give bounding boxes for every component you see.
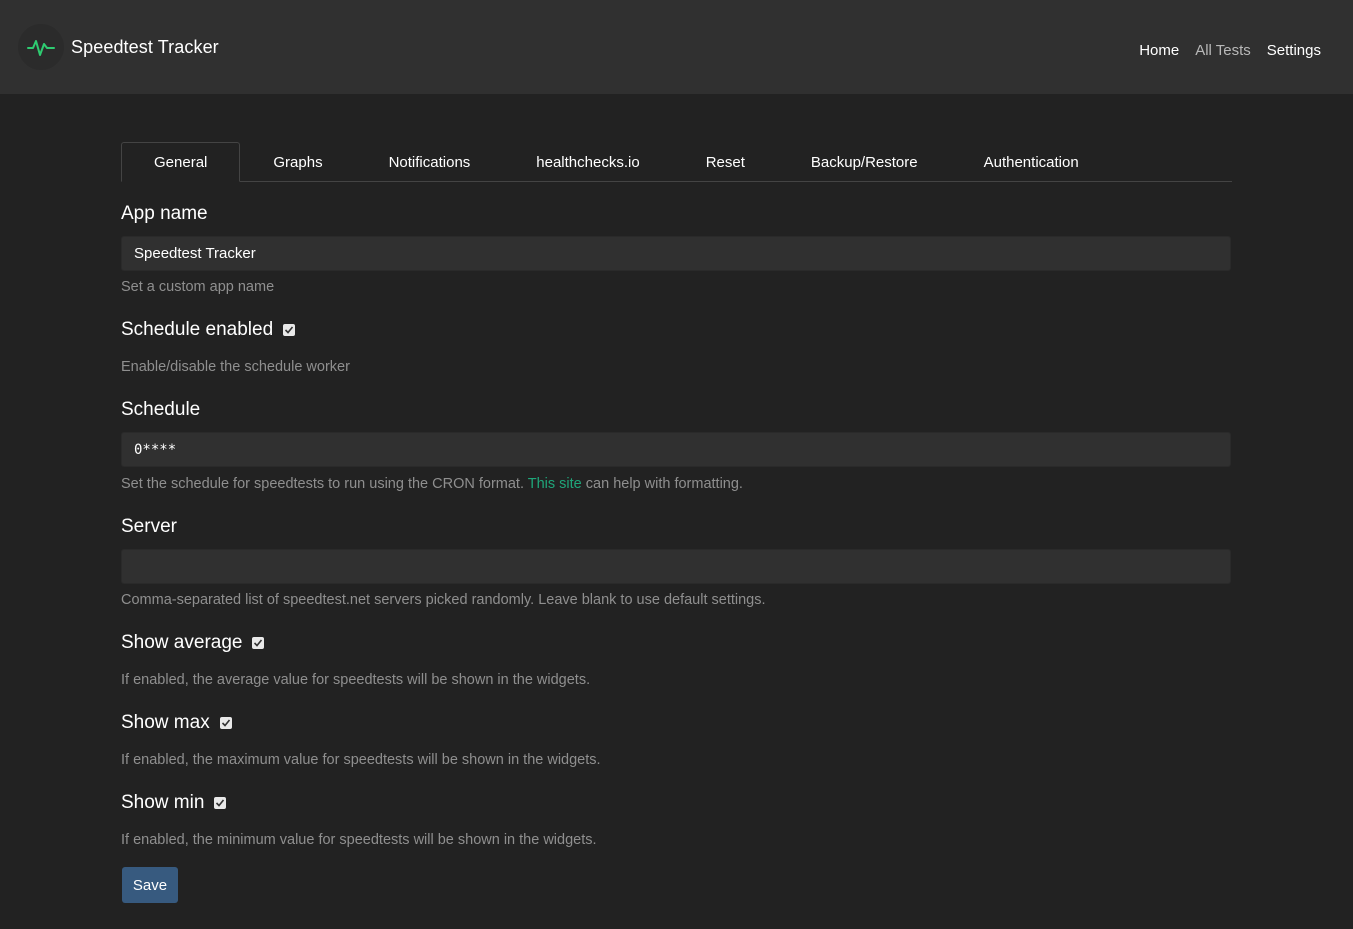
- tab-reset[interactable]: Reset: [673, 142, 778, 182]
- settings-tabs: General Graphs Notifications healthcheck…: [121, 142, 1232, 182]
- settings-container: General Graphs Notifications healthcheck…: [121, 94, 1232, 903]
- schedule-enabled-group: Schedule enabled: [121, 318, 296, 342]
- schedule-enabled-help: Enable/disable the schedule worker: [121, 359, 350, 375]
- tab-authentication[interactable]: Authentication: [951, 142, 1112, 182]
- server-input[interactable]: [121, 549, 1231, 584]
- nav-settings[interactable]: Settings: [1259, 42, 1329, 59]
- cron-site-link[interactable]: This site: [528, 476, 582, 492]
- schedule-help-text-after: can help with formatting.: [585, 476, 743, 492]
- save-button[interactable]: Save: [122, 867, 178, 903]
- schedule-help: Set the schedule for speedtests to run u…: [121, 476, 743, 492]
- show-max-checkbox[interactable]: [219, 717, 232, 729]
- server-label: Server: [121, 516, 177, 537]
- top-navbar: Speedtest Tracker Home All Tests Setting…: [0, 0, 1353, 94]
- brand[interactable]: Speedtest Tracker: [18, 24, 219, 70]
- schedule-enabled-checkbox[interactable]: [283, 324, 296, 336]
- app-name-label: App name: [121, 203, 208, 224]
- tab-graphs[interactable]: Graphs: [240, 142, 355, 182]
- nav-links: Home All Tests Settings: [1131, 42, 1329, 59]
- show-max-label: Show max: [121, 712, 210, 733]
- show-average-label: Show average: [121, 632, 243, 653]
- show-min-help: If enabled, the minimum value for speedt…: [121, 832, 597, 848]
- nav-all-tests[interactable]: All Tests: [1187, 42, 1259, 59]
- app-name-help: Set a custom app name: [121, 279, 275, 295]
- tab-general[interactable]: General: [121, 142, 241, 182]
- show-average-group: Show average: [121, 631, 265, 655]
- show-average-help: If enabled, the average value for speedt…: [121, 672, 591, 688]
- schedule-enabled-label: Schedule enabled: [121, 319, 274, 340]
- schedule-help-text: Set the schedule for speedtests to run u…: [121, 476, 524, 492]
- tab-backup-restore[interactable]: Backup/Restore: [778, 142, 951, 182]
- nav-home[interactable]: Home: [1131, 42, 1187, 59]
- brand-title: Speedtest Tracker: [71, 36, 219, 57]
- show-max-help: If enabled, the maximum value for speedt…: [121, 752, 601, 768]
- server-help: Comma-separated list of speedtest.net se…: [121, 592, 766, 608]
- show-min-group: Show min: [121, 791, 227, 815]
- show-min-label: Show min: [121, 792, 205, 813]
- tab-healthchecks[interactable]: healthchecks.io: [503, 142, 672, 182]
- tab-notifications[interactable]: Notifications: [356, 142, 504, 182]
- show-max-group: Show max: [121, 711, 232, 735]
- pulse-icon: [18, 24, 64, 70]
- show-min-checkbox[interactable]: [214, 797, 227, 809]
- app-name-input[interactable]: Speedtest Tracker: [121, 236, 1231, 271]
- schedule-input[interactable]: 0****: [121, 432, 1231, 467]
- show-average-checkbox[interactable]: [252, 637, 265, 649]
- schedule-label: Schedule: [121, 399, 201, 420]
